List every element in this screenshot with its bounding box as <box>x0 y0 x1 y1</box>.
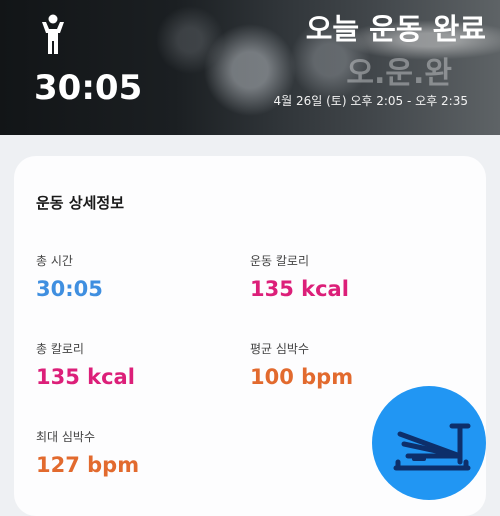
stat-value: 135 kcal <box>250 277 349 301</box>
stat-label: 총 시간 <box>36 254 73 268</box>
stat-value: 135 kcal <box>36 365 135 389</box>
stat-average-heart-rate: 평균 심박수 100 bpm <box>250 340 353 389</box>
ghost-text: 오.운.완 <box>346 56 452 91</box>
exercise-person-icon <box>42 14 64 54</box>
workout-duration: 30:05 <box>34 68 143 108</box>
rowing-machine-icon <box>393 423 471 471</box>
workout-summary-header: 30:05 오늘 운동 완료 오.운.완 4월 26일 (토) 오후 2:05 … <box>0 0 500 135</box>
workout-complete-title: 오늘 운동 완료 <box>305 12 486 46</box>
stat-value: 30:05 <box>36 277 103 301</box>
stat-total-calories: 총 칼로리 135 kcal <box>36 340 135 389</box>
details-title: 운동 상세정보 <box>36 194 125 212</box>
stat-exercise-calories: 운동 칼로리 135 kcal <box>250 252 349 301</box>
stat-label: 총 칼로리 <box>36 342 84 356</box>
stat-value: 100 bpm <box>250 365 354 389</box>
stat-total-time: 총 시간 30:05 <box>36 252 103 301</box>
stat-label: 운동 칼로리 <box>250 254 310 268</box>
stat-max-heart-rate: 최대 심박수 127 bpm <box>36 428 139 477</box>
stat-value: 127 bpm <box>36 453 140 477</box>
stat-label: 평균 심박수 <box>250 342 310 356</box>
exercise-type-button[interactable] <box>372 386 486 500</box>
stat-label: 최대 심박수 <box>36 430 96 444</box>
workout-time-range: 4월 26일 (토) 오후 2:05 - 오후 2:35 <box>273 94 468 108</box>
